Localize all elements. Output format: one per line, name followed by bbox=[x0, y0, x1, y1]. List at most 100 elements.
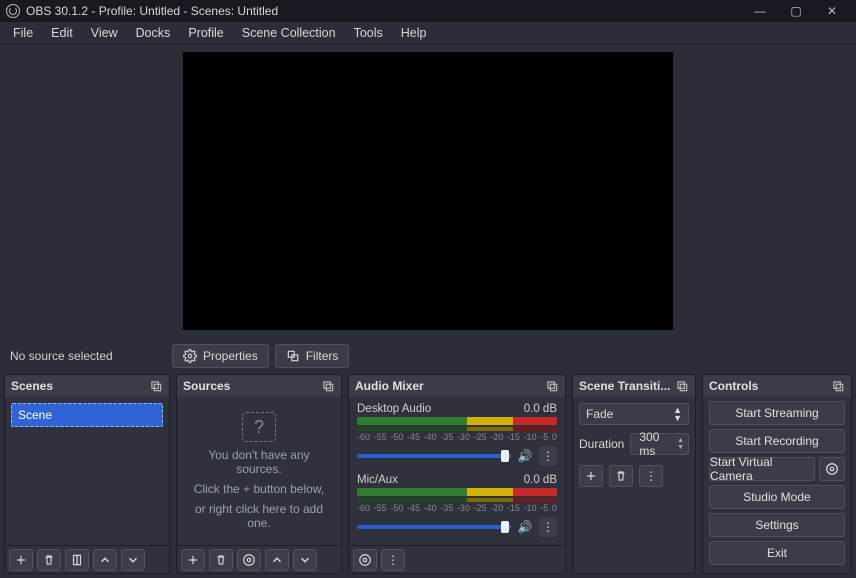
channel-name: Mic/Aux bbox=[357, 474, 398, 486]
start-streaming-button[interactable]: Start Streaming bbox=[709, 401, 845, 425]
menu-file[interactable]: File bbox=[4, 23, 42, 43]
sources-list[interactable]: ? You don't have any sources. Click the … bbox=[177, 397, 341, 545]
mixer-channel-mic: Mic/Aux 0.0 dB -60-55-50-45-40-35-30-25-… bbox=[357, 474, 557, 537]
sources-empty: ? You don't have any sources. Click the … bbox=[177, 397, 341, 545]
scene-remove-button[interactable] bbox=[37, 549, 61, 571]
mixer-menu-button[interactable]: ⋮ bbox=[381, 549, 405, 571]
scene-filter-button[interactable] bbox=[65, 549, 89, 571]
popout-icon[interactable] bbox=[675, 379, 689, 393]
channel-menu-button[interactable]: ⋮ bbox=[539, 517, 557, 537]
source-down-button[interactable] bbox=[293, 549, 317, 571]
popout-icon[interactable] bbox=[545, 379, 559, 393]
filters-label: Filters bbox=[306, 349, 339, 363]
scenes-dock: Scenes Scene bbox=[4, 374, 170, 574]
start-recording-button[interactable]: Start Recording bbox=[709, 429, 845, 453]
window-title: OBS 30.1.2 - Profile: Untitled - Scenes:… bbox=[26, 4, 278, 18]
titlebar: OBS 30.1.2 - Profile: Untitled - Scenes:… bbox=[0, 0, 856, 22]
scene-item[interactable]: Scene bbox=[11, 403, 163, 427]
transition-select[interactable]: Fade ▲▼ bbox=[579, 403, 689, 425]
menu-scene-collection[interactable]: Scene Collection bbox=[233, 23, 345, 43]
duration-input[interactable]: 300 ms ▲▼ bbox=[630, 433, 689, 455]
maximize-button[interactable]: ▢ bbox=[778, 4, 814, 18]
sources-title: Sources bbox=[183, 379, 230, 393]
sources-empty-line3: or right click here to add one. bbox=[187, 502, 331, 530]
source-properties-button[interactable] bbox=[237, 549, 261, 571]
meter-ticks: -60-55-50-45-40-35-30-25-20-15-10-50 bbox=[357, 503, 557, 513]
speaker-icon[interactable]: 🔊 bbox=[517, 449, 533, 463]
menu-view[interactable]: View bbox=[82, 23, 127, 43]
transition-menu-button[interactable]: ⋮ bbox=[639, 465, 663, 487]
menubar: File Edit View Docks Profile Scene Colle… bbox=[0, 22, 856, 44]
controls-title: Controls bbox=[709, 379, 758, 393]
question-icon: ? bbox=[242, 412, 276, 442]
obs-logo-icon bbox=[6, 4, 20, 18]
source-remove-button[interactable] bbox=[209, 549, 233, 571]
preview-canvas[interactable] bbox=[183, 52, 673, 330]
properties-button[interactable]: Properties bbox=[172, 344, 269, 368]
mixer-title: Audio Mixer bbox=[355, 379, 424, 393]
mixer-dock: Audio Mixer Desktop Audio 0.0 dB -60-55-… bbox=[348, 374, 566, 574]
popout-icon[interactable] bbox=[149, 379, 163, 393]
transitions-dock: Scene Transiti... Fade ▲▼ Duration 300 m… bbox=[572, 374, 696, 574]
docks-row: Scenes Scene Sources ? You don't have an… bbox=[0, 374, 856, 578]
transitions-body: Fade ▲▼ Duration 300 ms ▲▼ ⋮ bbox=[573, 397, 695, 493]
duration-value: 300 ms bbox=[639, 430, 671, 458]
transitions-header: Scene Transiti... bbox=[573, 375, 695, 397]
start-virtual-camera-button[interactable]: Start Virtual Camera bbox=[709, 457, 815, 481]
mixer-body: Desktop Audio 0.0 dB -60-55-50-45-40-35-… bbox=[349, 397, 565, 545]
source-up-button[interactable] bbox=[265, 549, 289, 571]
sources-footer bbox=[177, 545, 341, 573]
gear-icon bbox=[183, 349, 197, 363]
audio-meter bbox=[357, 417, 557, 425]
sources-empty-line1: You don't have any sources. bbox=[187, 448, 331, 476]
filters-icon bbox=[286, 349, 300, 363]
controls-body: Start Streaming Start Recording Start Vi… bbox=[703, 397, 851, 569]
studio-mode-button[interactable]: Studio Mode bbox=[709, 485, 845, 509]
sources-empty-line2: Click the + button below, bbox=[194, 482, 324, 496]
scenes-list[interactable]: Scene bbox=[5, 397, 169, 545]
menu-docks[interactable]: Docks bbox=[127, 23, 180, 43]
channel-name: Desktop Audio bbox=[357, 403, 431, 415]
menu-edit[interactable]: Edit bbox=[42, 23, 82, 43]
channel-level: 0.0 dB bbox=[524, 474, 557, 486]
minimize-button[interactable]: — bbox=[742, 4, 778, 18]
mixer-settings-button[interactable] bbox=[353, 549, 377, 571]
close-button[interactable]: ✕ bbox=[814, 4, 850, 18]
scene-up-button[interactable] bbox=[93, 549, 117, 571]
popout-icon[interactable] bbox=[831, 379, 845, 393]
settings-button[interactable]: Settings bbox=[709, 513, 845, 537]
properties-label: Properties bbox=[203, 349, 258, 363]
scenes-title: Scenes bbox=[11, 379, 53, 393]
scenes-footer bbox=[5, 545, 169, 573]
mixer-header: Audio Mixer bbox=[349, 375, 565, 397]
controls-header: Controls bbox=[703, 375, 851, 397]
gear-icon bbox=[825, 462, 839, 476]
source-add-button[interactable] bbox=[181, 549, 205, 571]
controls-dock: Controls Start Streaming Start Recording… bbox=[702, 374, 852, 574]
mixer-channel-desktop: Desktop Audio 0.0 dB -60-55-50-45-40-35-… bbox=[357, 403, 557, 466]
menu-help[interactable]: Help bbox=[392, 23, 436, 43]
transition-remove-button[interactable] bbox=[609, 465, 633, 487]
scene-down-button[interactable] bbox=[121, 549, 145, 571]
filters-button[interactable]: Filters bbox=[275, 344, 350, 368]
source-toolbar: No source selected Properties Filters bbox=[0, 338, 856, 374]
channel-menu-button[interactable]: ⋮ bbox=[539, 446, 557, 466]
volume-slider[interactable] bbox=[357, 454, 511, 458]
transitions-title: Scene Transiti... bbox=[579, 379, 670, 393]
exit-button[interactable]: Exit bbox=[709, 541, 845, 565]
audio-meter bbox=[357, 488, 557, 496]
virtual-camera-settings-button[interactable] bbox=[819, 457, 845, 481]
audio-meter bbox=[357, 427, 557, 431]
popout-icon[interactable] bbox=[321, 379, 335, 393]
speaker-icon[interactable]: 🔊 bbox=[517, 520, 533, 534]
volume-slider[interactable] bbox=[357, 525, 511, 529]
spinner-arrows-icon[interactable]: ▲▼ bbox=[677, 437, 684, 451]
audio-meter bbox=[357, 498, 557, 502]
transition-value: Fade bbox=[586, 407, 613, 421]
menu-tools[interactable]: Tools bbox=[345, 23, 392, 43]
duration-label: Duration bbox=[579, 437, 624, 451]
menu-profile[interactable]: Profile bbox=[179, 23, 232, 43]
transition-add-button[interactable] bbox=[579, 465, 603, 487]
meter-ticks: -60-55-50-45-40-35-30-25-20-15-10-50 bbox=[357, 432, 557, 442]
scene-add-button[interactable] bbox=[9, 549, 33, 571]
